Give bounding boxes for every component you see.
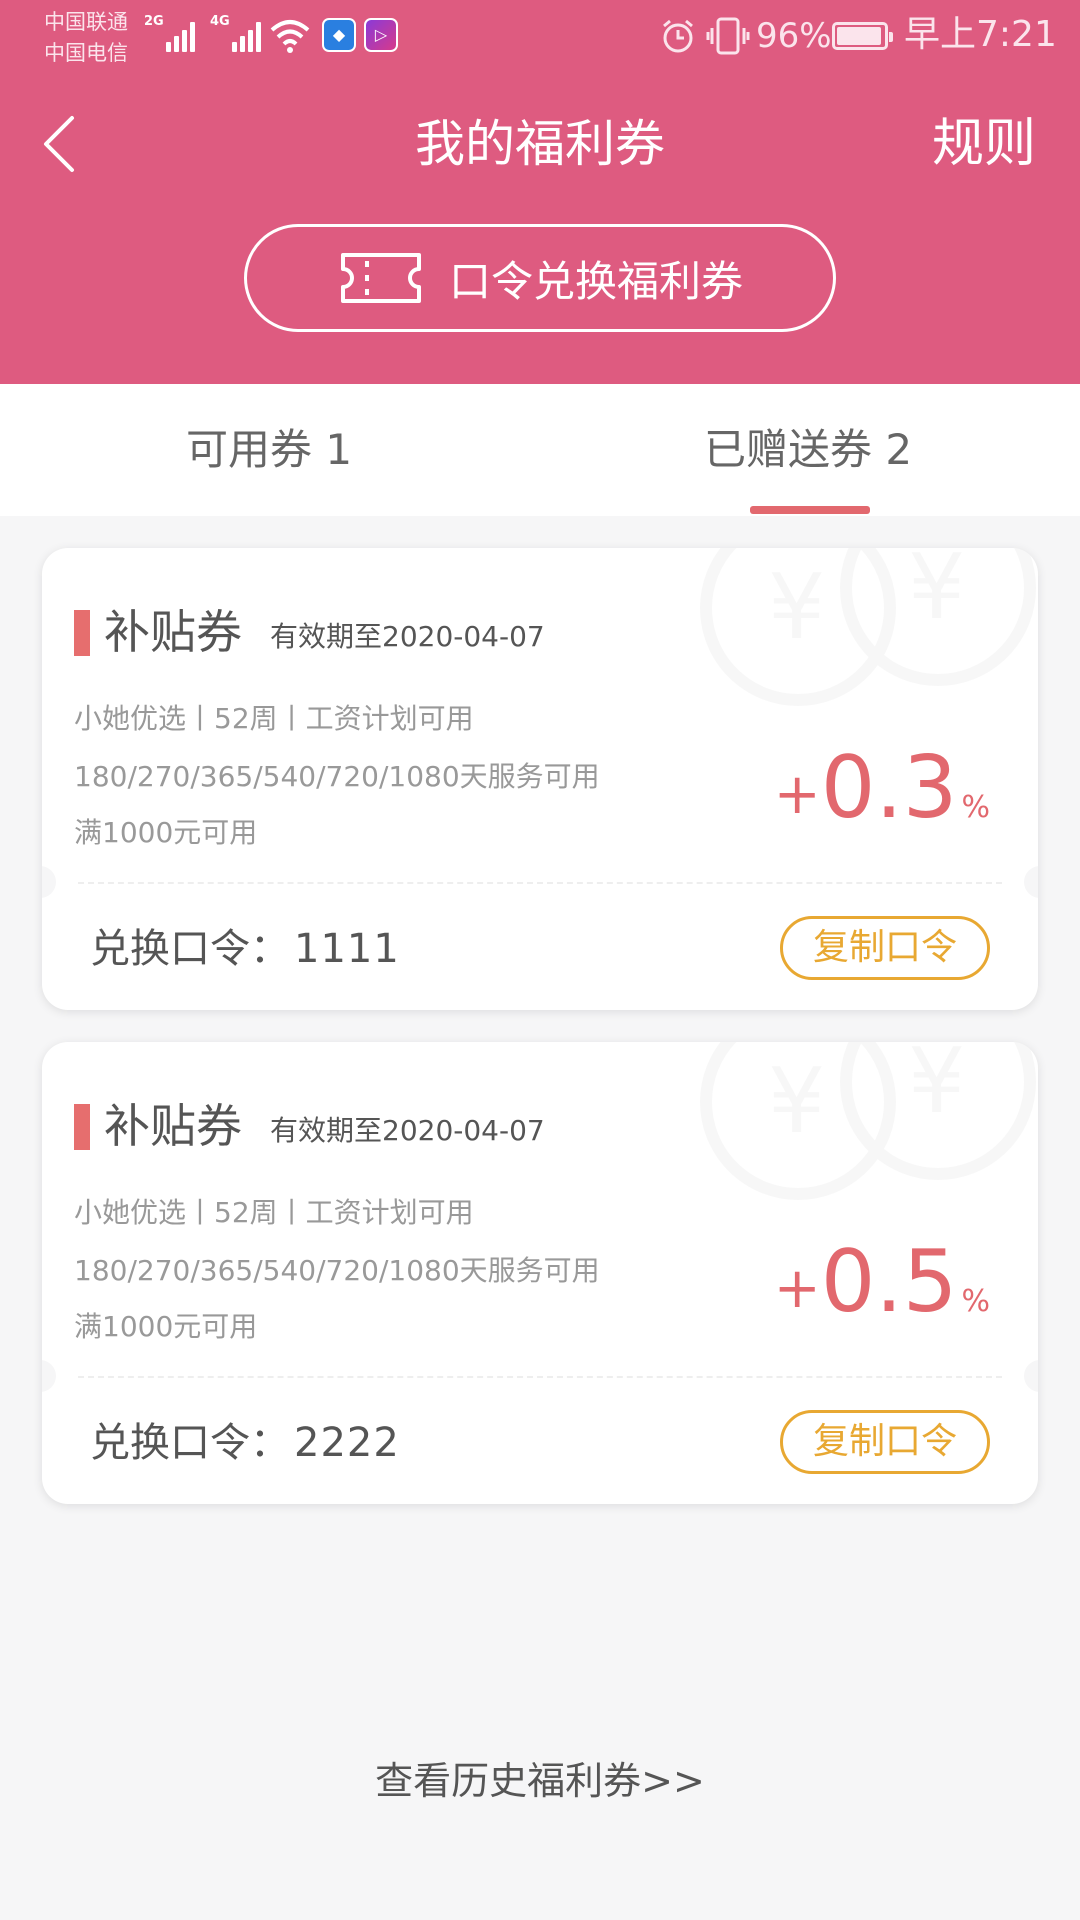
copy-code-button[interactable]: 复制口令	[780, 1410, 990, 1474]
coupon-minimum: 满1000元可用	[74, 1310, 258, 1343]
tab-active-indicator	[750, 506, 870, 514]
security-app-icon: ◆	[322, 18, 356, 52]
carrier-2: 中国电信	[44, 41, 128, 65]
yuan-coin-watermark: ¥ ¥	[700, 1042, 1036, 1200]
clock: 早上7:21	[904, 14, 1057, 55]
coupon-terms: 180/270/365/540/720/1080天服务可用	[74, 1254, 600, 1287]
view-history-link[interactable]: 查看历史福利券>>	[0, 1756, 1080, 1806]
rate-value: 0.5	[820, 1232, 958, 1332]
coupon-card: ¥ ¥ 补贴券 有效期至2020-04-07 小她优选丨52周丨工资计划可用 1…	[42, 548, 1038, 1010]
coupon-rate: +0.5%	[774, 1232, 990, 1332]
tab-gifted[interactable]: 已赠送券 2	[704, 424, 912, 476]
battery-percentage: 96%	[756, 16, 832, 56]
coupon-scope: 小她优选丨52周丨工资计划可用	[74, 702, 474, 735]
rate-sign: +	[773, 1256, 821, 1321]
signal-icon: 4G	[210, 14, 264, 52]
ticket-icon	[340, 253, 421, 303]
svg-text:¥: ¥	[768, 555, 825, 660]
carrier-1: 中国联通	[44, 10, 128, 34]
header: 中国联通 中国电信 2G 4G ◆ ▷ 96% 早上7:21 我的福利券 规则 …	[0, 0, 1080, 384]
battery-icon	[832, 22, 893, 50]
vibrate-icon	[706, 17, 750, 55]
dashed-divider	[78, 882, 1002, 884]
yuan-coin-watermark: ¥ ¥	[700, 548, 1036, 706]
ticket-notch	[1024, 1360, 1038, 1392]
svg-text:¥: ¥	[908, 1042, 965, 1134]
redeem-code-label: 口令兑换福利券	[448, 256, 743, 306]
coupon-scope: 小她优选丨52周丨工资计划可用	[74, 1196, 474, 1229]
wifi-icon	[270, 20, 310, 53]
signal-icon: 2G	[144, 14, 198, 52]
page-title: 我的福利券	[415, 115, 665, 173]
svg-text:¥: ¥	[768, 1049, 825, 1154]
coupon-type: 补贴券	[104, 1099, 242, 1153]
rate-unit: %	[961, 1284, 990, 1319]
coupon-minimum: 满1000元可用	[74, 816, 258, 849]
ticket-notch	[42, 1360, 56, 1392]
coupon-card: ¥ ¥ 补贴券 有效期至2020-04-07 小她优选丨52周丨工资计划可用 1…	[42, 1042, 1038, 1504]
coupon-accent-bar	[74, 610, 90, 656]
video-app-icon: ▷	[364, 18, 398, 52]
tab-available[interactable]: 可用券 1	[186, 424, 352, 476]
alarm-icon	[663, 19, 693, 53]
coupon-accent-bar	[74, 1104, 90, 1150]
code-label: 兑换口令：	[90, 1420, 290, 1466]
code-value: 1111	[294, 926, 400, 972]
status-bar: 中国联通 中国电信 2G 4G ◆ ▷ 96% 早上7:21	[0, 0, 1080, 72]
copy-code-button[interactable]: 复制口令	[780, 916, 990, 980]
code-value: 2222	[294, 1420, 400, 1466]
coupon-rate: +0.3%	[774, 738, 990, 838]
coupon-type: 补贴券	[104, 605, 242, 659]
coupon-terms: 180/270/365/540/720/1080天服务可用	[74, 760, 600, 793]
dashed-divider	[78, 1376, 1002, 1378]
svg-text:¥: ¥	[908, 548, 965, 640]
redeem-code-button[interactable]: 口令兑换福利券	[244, 224, 836, 332]
rate-sign: +	[773, 762, 821, 827]
ticket-notch	[1024, 866, 1038, 898]
tab-bar: 可用券 1 已赠送券 2	[0, 384, 1080, 516]
coupon-expiry: 有效期至2020-04-07	[270, 1114, 545, 1147]
rate-unit: %	[961, 790, 990, 825]
rules-link[interactable]: 规则	[932, 112, 1036, 176]
coupon-expiry: 有效期至2020-04-07	[270, 620, 545, 653]
code-label: 兑换口令：	[90, 926, 290, 972]
rate-value: 0.3	[820, 738, 958, 838]
ticket-notch	[42, 866, 56, 898]
